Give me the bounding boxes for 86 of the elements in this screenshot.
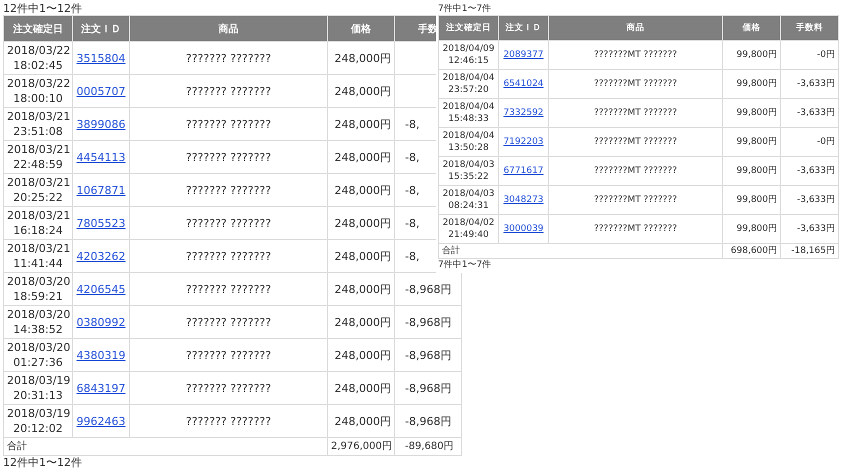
column-header: 価格 <box>722 16 780 40</box>
product-cell: ???????MT ??????? <box>548 98 722 128</box>
product-cell: ??????? ??????? <box>130 74 328 108</box>
date-cell: 2018/03/21 23:51:08 <box>4 108 72 140</box>
date-cell: 2018/03/20 14:38:52 <box>4 306 72 338</box>
column-header: 商品 <box>130 16 328 42</box>
fee-cell: -8,968円 <box>394 306 462 338</box>
price-cell: 248,000円 <box>328 174 394 206</box>
date-cell: 2018/04/04 23:57:20 <box>438 70 498 98</box>
date-cell: 2018/03/22 18:02:45 <box>4 42 72 74</box>
product-cell: ??????? ??????? <box>130 42 328 74</box>
total-label: 合計 <box>438 244 722 258</box>
total-fee: -18,165円 <box>780 244 838 258</box>
price-cell: 248,000円 <box>328 108 394 140</box>
price-cell: 248,000円 <box>328 338 394 372</box>
product-cell: ??????? ??????? <box>130 174 328 206</box>
price-cell: 99,800円 <box>722 186 780 214</box>
fee-cell: -8,968円 <box>394 404 462 438</box>
date-cell: 2018/04/04 15:48:33 <box>438 98 498 128</box>
fee-cell: -3,633円 <box>780 186 838 214</box>
fee-cell: -3,633円 <box>780 214 838 244</box>
date-cell: 2018/04/04 13:50:28 <box>438 128 498 156</box>
price-cell: 99,800円 <box>722 214 780 244</box>
price-cell: 248,000円 <box>328 404 394 438</box>
product-cell: ??????? ??????? <box>130 272 328 306</box>
fee-cell: -8,968円 <box>394 338 462 372</box>
price-cell: 99,800円 <box>722 98 780 128</box>
price-cell: 248,000円 <box>328 372 394 404</box>
product-cell: ???????MT ??????? <box>548 156 722 186</box>
date-cell: 2018/03/21 16:18:24 <box>4 206 72 240</box>
price-cell: 248,000円 <box>328 74 394 108</box>
price-cell: 248,000円 <box>328 306 394 338</box>
date-cell: 2018/04/03 15:35:22 <box>438 156 498 186</box>
product-cell: ??????? ??????? <box>130 404 328 438</box>
date-cell: 2018/03/22 18:00:10 <box>4 74 72 108</box>
column-header: 注文ＩＤ <box>72 16 130 42</box>
date-cell: 2018/03/19 20:31:13 <box>4 372 72 404</box>
column-header: 注文確定日 <box>438 16 498 40</box>
price-cell: 99,800円 <box>722 156 780 186</box>
date-cell: 2018/03/21 22:48:59 <box>4 140 72 174</box>
date-cell: 2018/03/21 20:25:22 <box>4 174 72 206</box>
fee-cell: -3,633円 <box>780 70 838 98</box>
price-cell: 248,000円 <box>328 42 394 74</box>
column-header: 手数料 <box>780 16 838 40</box>
fee-cell: -0円 <box>780 128 838 156</box>
price-cell: 248,000円 <box>328 140 394 174</box>
product-cell: ??????? ??????? <box>130 108 328 140</box>
fee-cell: -0円 <box>780 40 838 70</box>
result-count: 7件中1〜7件 <box>438 3 492 15</box>
product-cell: ??????? ??????? <box>130 372 328 404</box>
product-cell: ???????MT ??????? <box>548 70 722 98</box>
product-cell: ???????MT ??????? <box>548 214 722 244</box>
column-header: 注文ＩＤ <box>498 16 548 40</box>
result-count: 12件中1〜12件 <box>3 456 82 469</box>
column-header: 注文確定日 <box>4 16 72 42</box>
price-cell: 99,800円 <box>722 128 780 156</box>
column-header: 価格 <box>328 16 394 42</box>
result-count: 12件中1〜12件 <box>3 2 82 15</box>
column-header: 商品 <box>548 16 722 40</box>
price-cell: 248,000円 <box>328 206 394 240</box>
fee-cell: -3,633円 <box>780 156 838 186</box>
price-cell: 248,000円 <box>328 240 394 272</box>
total-label: 合計 <box>4 438 328 456</box>
total-price: 2,976,000円 <box>328 438 394 456</box>
price-cell: 99,800円 <box>722 40 780 70</box>
date-cell: 2018/03/20 18:59:21 <box>4 272 72 306</box>
price-cell: 248,000円 <box>328 272 394 306</box>
total-price: 698,600円 <box>722 244 780 258</box>
product-cell: ??????? ??????? <box>130 240 328 272</box>
product-cell: ??????? ??????? <box>130 306 328 338</box>
fee-cell: -3,633円 <box>780 98 838 128</box>
product-cell: ??????? ??????? <box>130 338 328 372</box>
date-cell: 2018/03/21 11:41:44 <box>4 240 72 272</box>
date-cell: 2018/03/19 20:12:02 <box>4 404 72 438</box>
product-cell: ??????? ??????? <box>130 140 328 174</box>
product-cell: ???????MT ??????? <box>548 40 722 70</box>
date-cell: 2018/04/09 12:46:15 <box>438 40 498 70</box>
product-cell: ???????MT ??????? <box>548 128 722 156</box>
total-fee: -89,680円 <box>394 438 462 456</box>
date-cell: 2018/03/20 01:27:36 <box>4 338 72 372</box>
product-cell: ???????MT ??????? <box>548 186 722 214</box>
fee-cell: -8,968円 <box>394 372 462 404</box>
price-cell: 99,800円 <box>722 70 780 98</box>
date-cell: 2018/04/02 21:49:40 <box>438 214 498 244</box>
product-cell: ??????? ??????? <box>130 206 328 240</box>
date-cell: 2018/04/03 08:24:31 <box>438 186 498 214</box>
